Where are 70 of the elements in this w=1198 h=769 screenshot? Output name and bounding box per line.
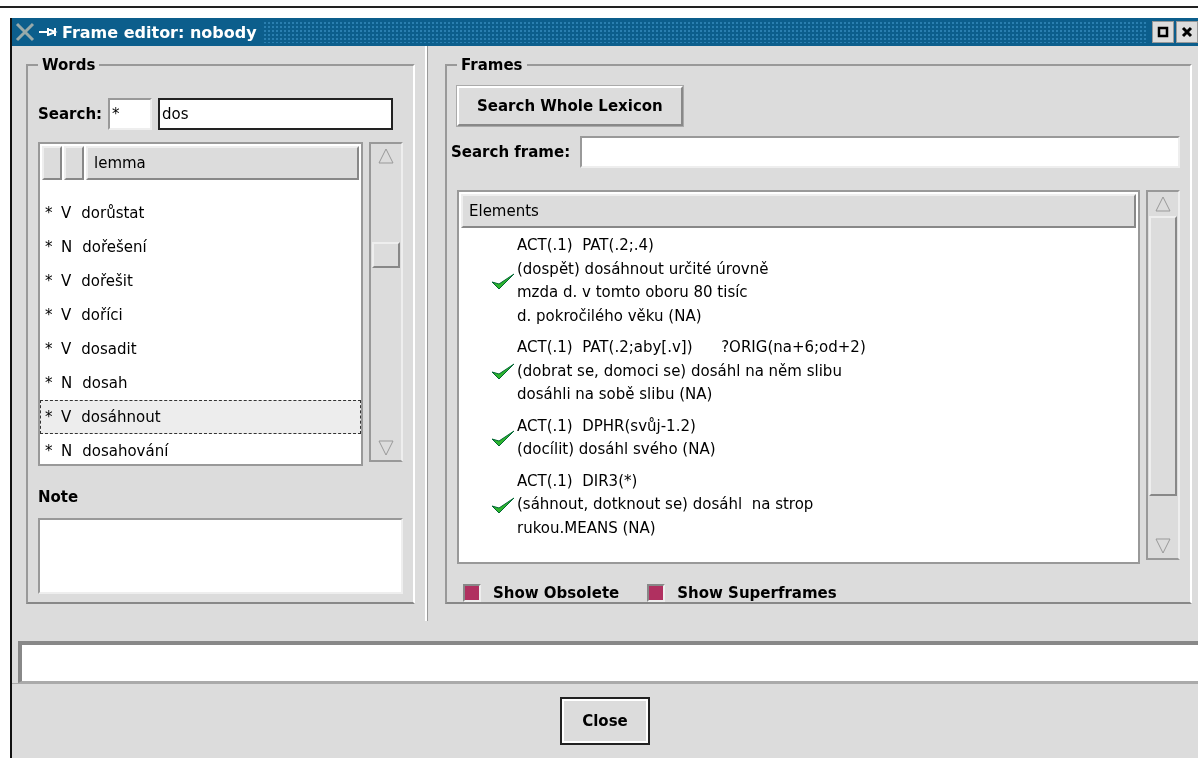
part-of-speech: N [61,442,73,460]
prefix-field[interactable]: * [108,98,153,130]
checkbox[interactable] [463,584,481,602]
frame-entry[interactable]: ACT(.1) PAT(.2;aby[.v]) ?ORIG(na+6;od+2) (dobrat se, domoci se) dosáhl na něm slibu dosáhli na sobě slibu (NA) [517,336,866,407]
pin-icon[interactable] [38,26,58,38]
word-row[interactable]: * V dořešit [40,264,361,298]
part-of-speech: N [61,238,73,256]
maximize-button[interactable] [1152,21,1174,43]
search-frame-field[interactable] [580,136,1180,168]
group-title: Words [41,56,97,74]
scroll-down-icon[interactable] [1153,536,1173,556]
lemma-text: dořešit [81,272,133,290]
row-mark: * [45,374,51,392]
word-row[interactable]: * N dořešení [40,230,361,264]
search-field[interactable]: dos [158,98,394,130]
search-lexicon-button[interactable]: Search Whole Lexicon [457,86,683,126]
part-of-speech: V [61,306,72,324]
column-header[interactable] [64,146,84,180]
search-frame-label: Search frame: [451,143,571,161]
column-header[interactable] [42,146,62,180]
part-of-speech: V [61,204,72,222]
scroll-thumb[interactable] [1149,216,1177,496]
lemma-text: dosah [82,374,128,392]
note-label: Note [38,488,80,506]
scrollbar[interactable] [1146,190,1180,560]
close-button[interactable]: Close [560,697,650,745]
part-of-speech: V [61,340,72,358]
word-row[interactable]: * V dorůstat [40,196,361,230]
word-row[interactable]: * N dosah [40,366,361,400]
scroll-up-icon[interactable] [376,146,396,166]
lemma-text: dořešení [82,238,147,256]
scrollbar[interactable] [369,142,403,462]
close-icon[interactable] [1176,21,1198,43]
checkbox-label[interactable]: Show Obsolete [493,584,620,602]
note-field[interactable] [38,518,403,594]
maximize-icon [1157,26,1169,38]
frame-entry[interactable]: ACT(.1) PAT(.2;.4) (dospět) dosáhnout určité úrovně mzda d. v tomto oboru 80 tisíc d. pokročilého věku (NA) [517,234,769,328]
scroll-down-icon[interactable] [376,438,396,458]
frame-entry[interactable]: ACT(.1) DIR3(*) (sáhnout, dotknout se) dosáhl na strop rukou.MEANS (NA) [517,469,814,540]
word-row[interactable]: * V dosadit [40,332,361,366]
checkbox[interactable] [647,584,666,602]
group-title: Frames [460,56,524,74]
lemma-text: dosadit [81,340,137,358]
column-header[interactable]: lemma [86,146,359,180]
part-of-speech: V [61,408,72,426]
status-field[interactable] [18,641,1198,683]
word-row[interactable]: * N dosahování [40,434,361,464]
row-mark: * [45,306,51,324]
word-row[interactable]: * V doříci [40,298,361,332]
window-title: Frame editor: nobody [61,22,257,42]
part-of-speech: V [61,272,72,290]
x-logo-icon [14,22,36,42]
lemma-text: dosahování [82,442,169,460]
lemma-text: doříci [81,306,123,324]
row-mark: * [45,408,51,426]
frame-entry[interactable]: ACT(.1) DPHR(svůj-1.2) (docílit) dosáhl svého (NA) [517,414,716,462]
row-mark: * [45,238,51,256]
search-label: Search: [38,105,103,123]
lemma-text: dorůstat [81,204,145,222]
row-mark: * [45,340,51,358]
row-mark: * [45,272,51,290]
checkbox-label[interactable]: Show Superframes [677,584,837,602]
row-mark: * [45,204,51,222]
lemma-text: dosáhnout [81,408,161,426]
scroll-thumb[interactable] [372,242,400,268]
part-of-speech: N [61,374,73,392]
column-header[interactable]: Elements [461,194,1136,228]
scroll-up-icon[interactable] [1153,194,1173,214]
row-mark: * [45,442,51,460]
word-row[interactable]: * V dosáhnout [40,400,361,434]
